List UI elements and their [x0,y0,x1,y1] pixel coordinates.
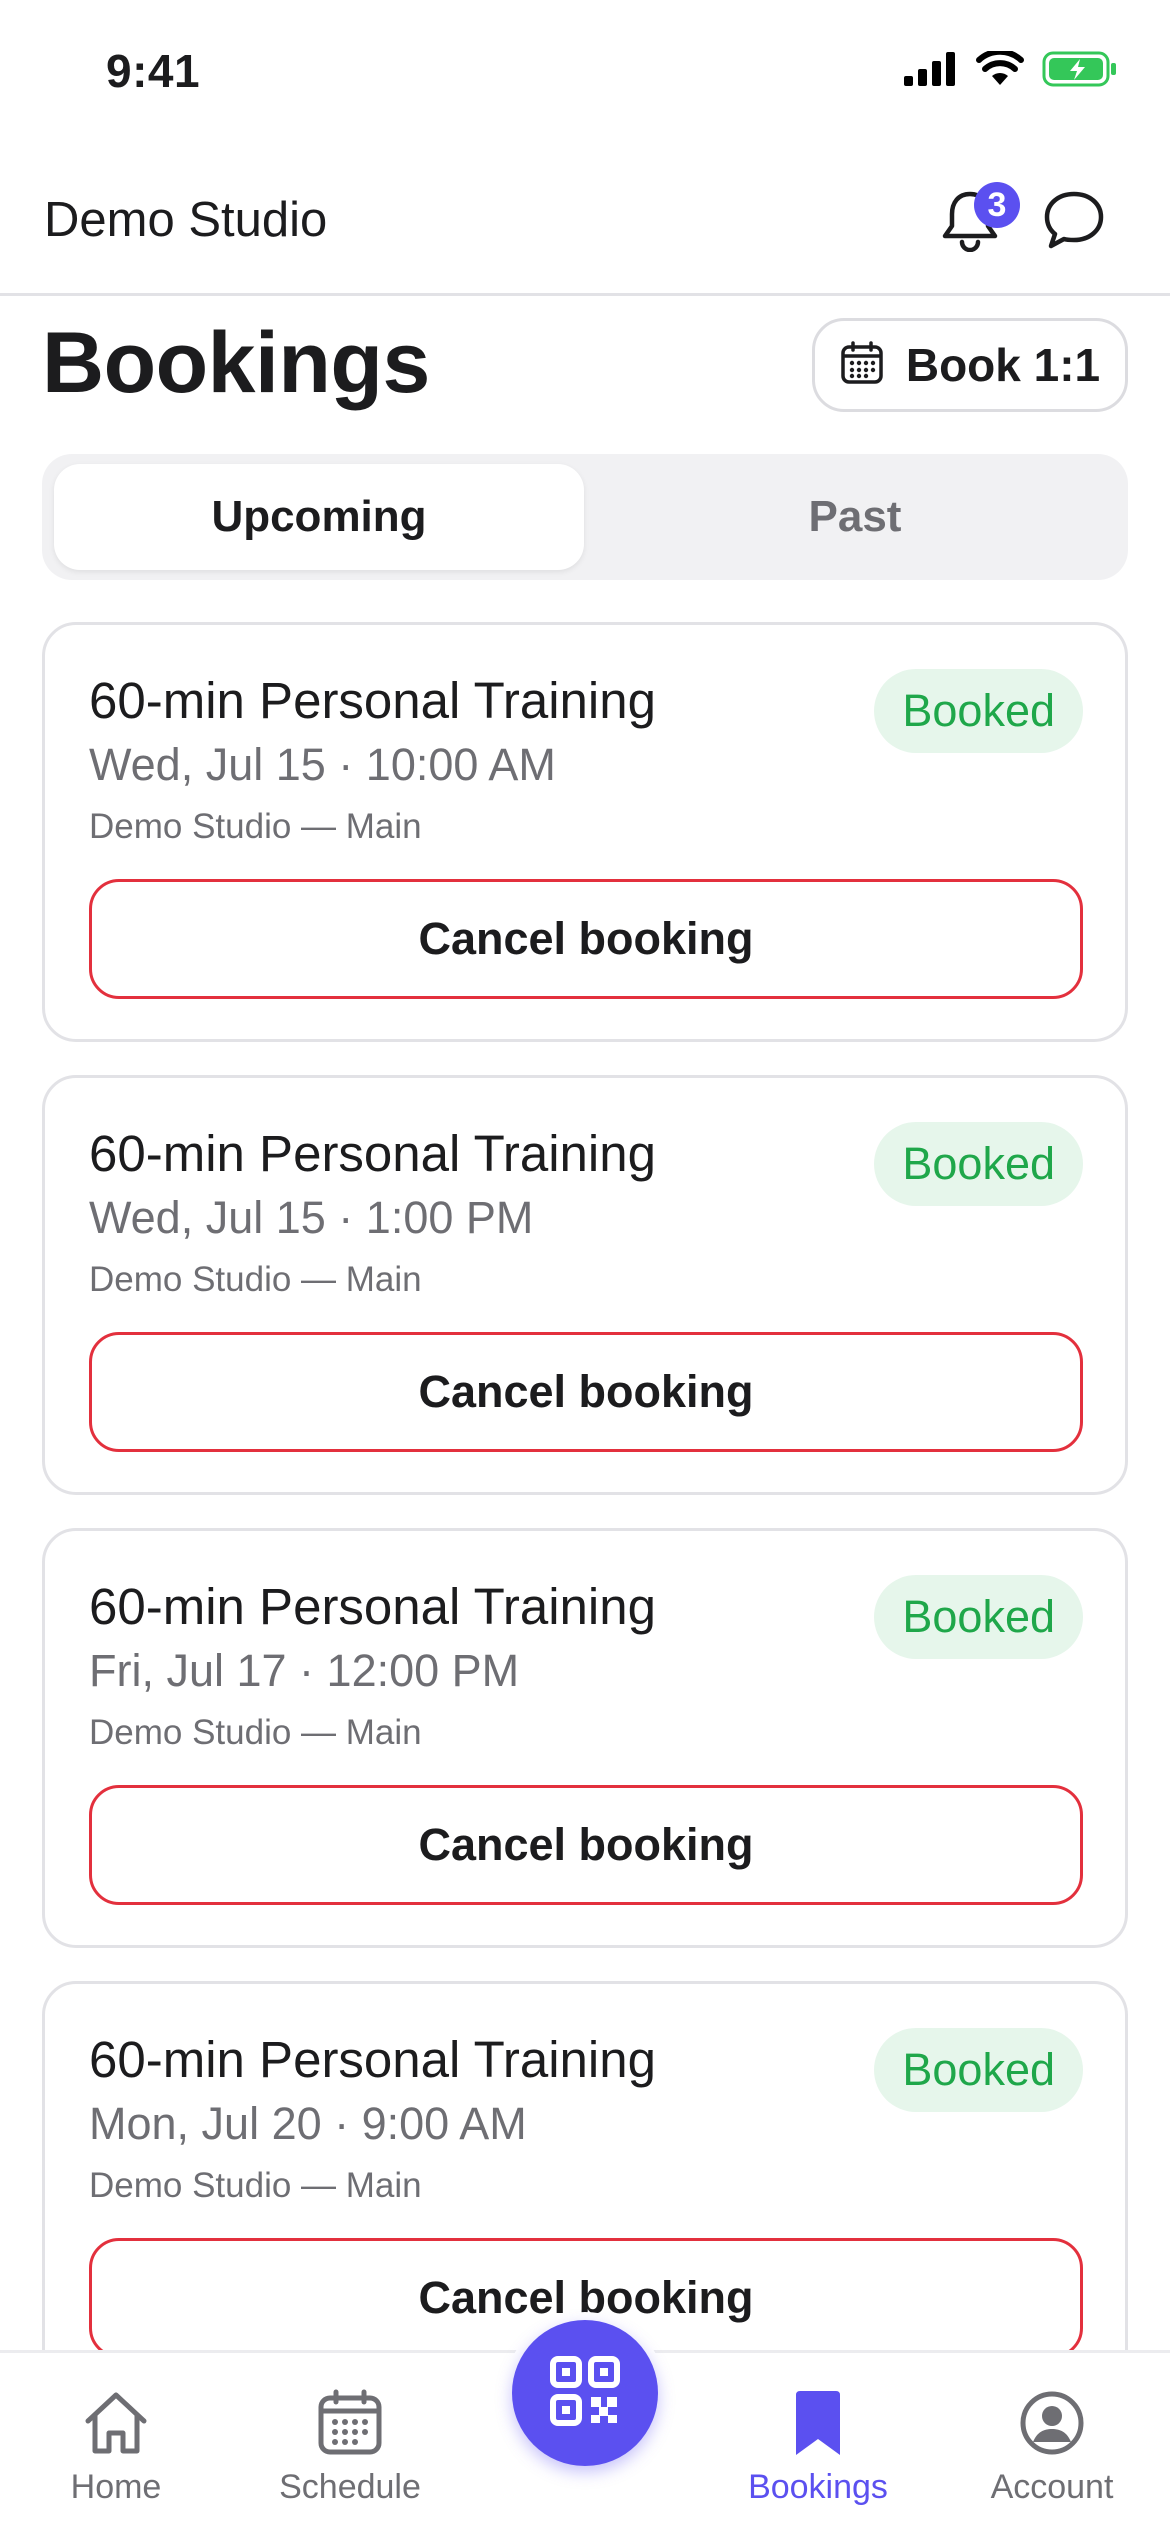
user-circle-icon [1018,2389,1086,2462]
book-one-on-one-button[interactable]: Book 1:1 [812,318,1128,412]
booking-card: 60-min Personal Training Fri, Jul 17 · 1… [42,1528,1128,1948]
status-badge: Booked [874,669,1083,753]
booking-location: Demo Studio — Main [89,807,422,846]
messages-button[interactable] [1032,180,1116,264]
tab-home[interactable]: Home [16,2389,216,2507]
scan-qr-button[interactable] [504,2312,666,2474]
qr-code-icon [549,2355,621,2432]
bookings-screen: 9:41 Demo Studio 3 Bookings Book 1:1 Upc… [0,0,1170,2532]
status-time: 9:41 [106,45,201,97]
booking-title: 60-min Personal Training [89,1578,656,1635]
cancel-booking-button[interactable]: Cancel booking [89,1332,1083,1452]
status-badge: Booked [874,1575,1083,1659]
booking-title: 60-min Personal Training [89,1125,656,1182]
notifications-button[interactable]: 3 [928,180,1020,264]
booking-location: Demo Studio — Main [89,1260,422,1299]
app-header: Demo Studio 3 [0,150,1170,296]
cellular-signal-icon [904,52,958,91]
tab-bookings[interactable]: Bookings [718,2389,918,2507]
segment-upcoming[interactable]: Upcoming [54,464,584,570]
booking-datetime: Mon, Jul 20 · 9:00 AM [89,2098,527,2149]
booking-title: 60-min Personal Training [89,2031,656,2088]
status-bar: 9:41 [0,0,1170,150]
booking-card: 60-min Personal Training Wed, Jul 15 · 1… [42,622,1128,1042]
booking-card: 60-min Personal Training Wed, Jul 15 · 1… [42,1075,1128,1495]
booking-datetime: Wed, Jul 15 · 10:00 AM [89,739,556,790]
bookmark-icon [788,2389,848,2462]
booking-datetime: Fri, Jul 17 · 12:00 PM [89,1645,520,1696]
booking-location: Demo Studio — Main [89,1713,422,1752]
home-icon [80,2389,152,2462]
tab-account-label: Account [990,2468,1114,2506]
tab-bookings-label: Bookings [748,2468,888,2506]
studio-name: Demo Studio [44,193,328,247]
tab-home-label: Home [70,2468,162,2506]
tab-schedule[interactable]: Schedule [250,2389,450,2507]
battery-charging-icon [1042,50,1118,93]
status-badge: Booked [874,2028,1083,2112]
booking-datetime: Wed, Jul 15 · 1:00 PM [89,1192,534,1243]
tab-account[interactable]: Account [952,2389,1152,2507]
status-badge: Booked [874,1122,1083,1206]
bookings-segmented-control: Upcoming Past [42,454,1128,580]
booking-location: Demo Studio — Main [89,2166,422,2205]
calendar-icon [840,340,884,390]
wifi-icon [976,48,1024,92]
segment-past[interactable]: Past [590,464,1120,570]
chat-bubble-icon [1042,189,1106,256]
page-title: Bookings [42,315,430,411]
book-button-label: Book 1:1 [905,339,1101,391]
calendar-icon [316,2389,384,2462]
cancel-booking-button[interactable]: Cancel booking [89,1785,1083,1905]
scan-qr-button-fill [512,2320,658,2466]
status-icons [904,48,1118,93]
notification-badge: 3 [974,182,1020,228]
booking-title: 60-min Personal Training [89,672,656,729]
tab-schedule-label: Schedule [279,2468,421,2506]
cancel-booking-button[interactable]: Cancel booking [89,879,1083,999]
